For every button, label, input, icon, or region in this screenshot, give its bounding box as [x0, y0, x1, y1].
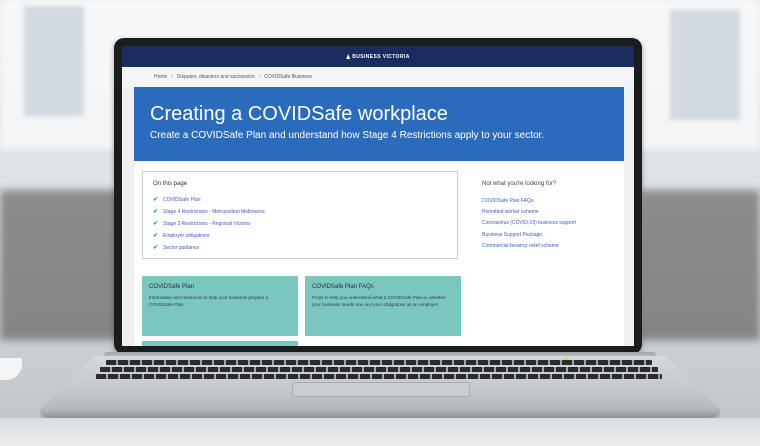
breadcrumb-item-covidsafe[interactable]: COVIDSafe Business — [264, 74, 312, 80]
page-title: Creating a COVIDSafe workplace — [150, 103, 448, 125]
card-text: Information and resources to help your b… — [149, 295, 268, 307]
key-row — [106, 360, 652, 365]
check-icon: ✔ — [153, 233, 159, 239]
coffee-cup — [0, 358, 22, 380]
toc-item-label: Stage 4 Restrictions - Metropolitan Melb… — [163, 208, 265, 215]
breadcrumb-separator: / — [171, 74, 173, 80]
check-icon: ✔ — [153, 209, 159, 215]
related-link[interactable]: Permitted worker scheme — [482, 207, 612, 218]
power-led — [564, 358, 569, 360]
check-icon: ✔ — [153, 245, 159, 251]
toc-item-label: Stage 3 Restrictions - Regional Victoria — [163, 220, 250, 227]
toc-item-sector-guidance[interactable]: ✔ Sector guidance — [153, 244, 200, 252]
toc-item-label: Employer obligations — [163, 232, 210, 239]
toc-item-employer-obligations[interactable]: ✔ Employer obligations — [153, 232, 210, 240]
background-chair — [640, 190, 760, 340]
toc-item-covidsafe-plan[interactable]: ✔ COVIDSafe Plan — [153, 196, 201, 204]
check-icon: ✔ — [153, 197, 159, 203]
key-row — [100, 367, 658, 372]
related-heading: Not what you're looking for? — [482, 181, 557, 187]
card-text: FAQs to help you understand what a COVID… — [312, 295, 446, 307]
keyboard — [96, 358, 662, 384]
logo-text: BUSINESS VICTORIA — [352, 53, 410, 60]
site-header: BUSINESS VICTORIA — [122, 46, 634, 67]
related-link[interactable]: Commercial tenancy relief scheme — [482, 241, 612, 252]
toc-heading: On this page — [153, 181, 188, 187]
toc-item-stage3[interactable]: ✔ Stage 3 Restrictions - Regional Victor… — [153, 220, 250, 228]
card-next-partial — [142, 341, 298, 346]
related-link[interactable]: Coronavirus (COVID-19) business support — [482, 218, 612, 229]
toc-item-stage4[interactable]: ✔ Stage 4 Restrictions - Metropolitan Me… — [153, 208, 265, 216]
on-this-page-box: On this page ✔ COVIDSafe Plan ✔ Stage 4 … — [142, 171, 458, 259]
background-chair — [0, 190, 120, 340]
related-links: Not what you're looking for? COVIDSafe P… — [482, 181, 612, 252]
key-row — [96, 374, 662, 379]
toc-item-label: Sector guidance — [163, 244, 200, 251]
breadcrumb-item-disputes[interactable]: Disputes, disasters and succession — [177, 74, 255, 80]
toc-item-label: COVIDSafe Plan — [163, 196, 201, 203]
check-icon: ✔ — [153, 221, 159, 227]
page-subtitle: Create a COVIDSafe Plan and understand h… — [150, 130, 545, 141]
related-link[interactable]: Business Support Package — [482, 230, 612, 241]
card-covidsafe-plan[interactable]: COVIDSafe Plan Information and resources… — [142, 276, 298, 336]
related-link[interactable]: COVIDSafe Plan FAQs — [482, 196, 612, 207]
card-title: COVIDSafe Plan FAQs — [312, 284, 374, 290]
background-window — [24, 6, 84, 116]
laptop-base-front — [40, 408, 720, 418]
card-covidsafe-faqs[interactable]: COVIDSafe Plan FAQs FAQs to help you und… — [305, 276, 461, 336]
breadcrumb-separator: / — [258, 74, 261, 80]
crown-icon — [346, 54, 351, 59]
site-logo[interactable]: BUSINESS VICTORIA — [346, 54, 410, 60]
hero-banner: Creating a COVIDSafe workplace Create a … — [134, 87, 624, 161]
trackpad — [292, 382, 470, 397]
main-content: On this page ✔ COVIDSafe Plan ✔ Stage 4 … — [134, 161, 624, 346]
laptop-screen: BUSINESS VICTORIA Home / Disputes, disas… — [122, 46, 634, 346]
card-title: COVIDSafe Plan — [149, 284, 195, 290]
breadcrumb-item-home[interactable]: Home — [154, 74, 167, 80]
desk-surface — [0, 418, 760, 446]
breadcrumb: Home / Disputes, disasters and successio… — [122, 67, 634, 87]
background-window — [670, 10, 740, 120]
